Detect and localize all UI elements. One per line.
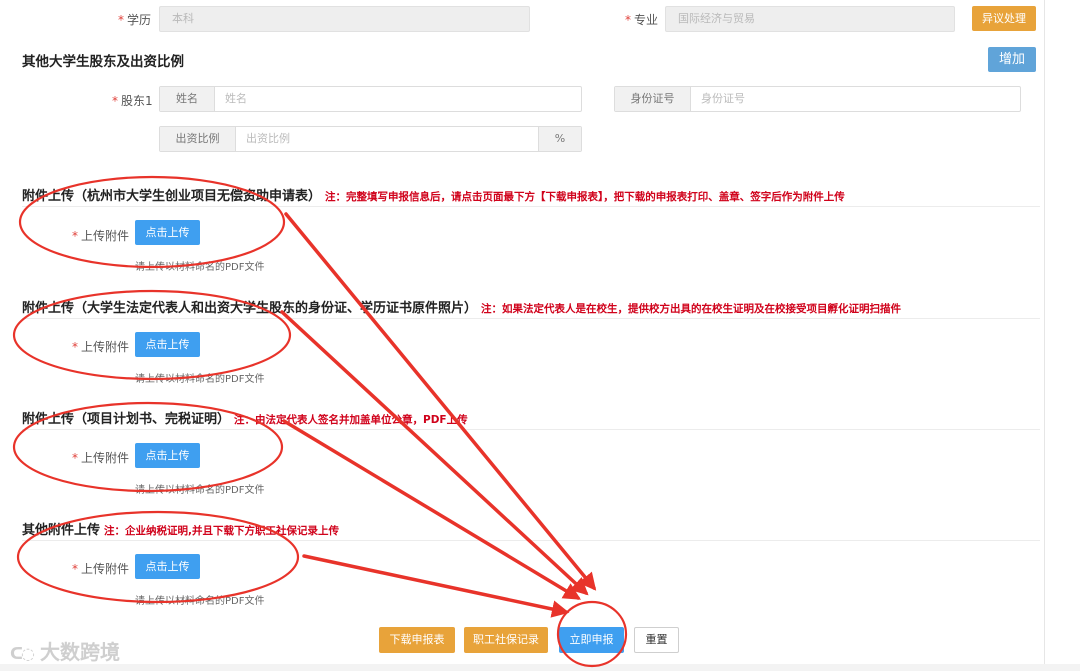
upload-field-label-text: 上传附件	[81, 229, 130, 243]
upload-hint: 请上传以材料命名的PDF文件	[135, 374, 265, 385]
shareholder-ratio-input[interactable]: 出资比例	[236, 127, 538, 151]
attachment-section-title: 其他附件上传 注：企业纳税证明,并且下载下方职工社保记录上传	[22, 519, 339, 538]
section-divider	[22, 429, 1040, 430]
section-divider	[22, 540, 1040, 541]
upload-button-id-documents[interactable]: 点击上传	[135, 332, 200, 357]
section-divider	[22, 318, 1040, 319]
shareholder-label: * 股东1	[112, 94, 153, 108]
major-label: * 专业	[625, 13, 659, 27]
annotation-arrow	[282, 419, 581, 600]
annotation-arrow	[302, 554, 570, 618]
download-form-button[interactable]: 下载申报表	[379, 627, 455, 653]
content-right-border	[1044, 0, 1045, 671]
attachment-title-text: 其他附件上传	[22, 523, 101, 538]
reset-button[interactable]: 重置	[634, 627, 679, 653]
upload-button-application-form[interactable]: 点击上传	[135, 220, 200, 245]
watermark-text: 大数跨境	[39, 640, 120, 664]
major-field[interactable]: 国际经济与贸易	[665, 6, 955, 32]
social-security-record-button[interactable]: 职工社保记录	[464, 627, 548, 653]
ratio-addon: 出资比例	[160, 127, 236, 151]
upload-field-label: * 上传附件	[72, 451, 130, 465]
education-label-text: 学历	[127, 13, 152, 27]
shareholder-id-group: 身份证号 身份证号	[614, 86, 1021, 112]
upload-field-label: * 上传附件	[72, 340, 130, 354]
major-label-text: 专业	[634, 13, 659, 27]
shareholder-ratio-group: 出资比例 出资比例 %	[159, 126, 582, 152]
attachment-note: 注：由法定代表人签名并加盖单位公章，PDF上传	[234, 414, 468, 426]
objection-button[interactable]: 异议处理	[972, 6, 1036, 31]
attachment-title-text: 附件上传（大学生法定代表人和出资大学生股东的身份证、学历证书原件照片）	[22, 301, 478, 316]
upload-field-label: * 上传附件	[72, 229, 130, 243]
upload-field-label-text: 上传附件	[81, 340, 130, 354]
attachment-title-text: 附件上传（杭州市大学生创业项目无偿资助申请表）	[22, 189, 322, 204]
attachment-section-title: 附件上传（杭州市大学生创业项目无偿资助申请表） 注：完整填写申报信息后，请点击页面…	[22, 185, 845, 204]
shareholder-label-text: 股东1	[121, 94, 153, 108]
bottom-strip	[0, 664, 1080, 671]
upload-hint: 请上传以材料命名的PDF文件	[135, 596, 265, 607]
attachment-note: 注：企业纳税证明,并且下载下方职工社保记录上传	[104, 525, 340, 537]
upload-field-label: * 上传附件	[72, 562, 130, 576]
education-field[interactable]: 本科	[159, 6, 530, 32]
shareholder-name-input[interactable]: 姓名	[215, 87, 581, 111]
upload-hint: 请上传以材料命名的PDF文件	[135, 262, 265, 273]
shareholders-section-title: 其他大学生股东及出资比例	[22, 54, 184, 70]
upload-button-business-plan[interactable]: 点击上传	[135, 443, 200, 468]
attachment-section-title: 附件上传（大学生法定代表人和出资大学生股东的身份证、学历证书原件照片） 注：如果法…	[22, 297, 901, 316]
ratio-unit-addon: %	[538, 127, 581, 151]
shareholder-id-input[interactable]: 身份证号	[691, 87, 1020, 111]
upload-button-other[interactable]: 点击上传	[135, 554, 200, 579]
upload-field-label-text: 上传附件	[81, 562, 130, 576]
name-addon: 姓名	[160, 87, 215, 111]
watermark: ᑕ◌ 大数跨境	[10, 636, 120, 665]
section-divider	[22, 206, 1040, 207]
id-addon: 身份证号	[615, 87, 691, 111]
attachment-section-title: 附件上传（项目计划书、完税证明） 注：由法定代表人签名并加盖单位公章，PDF上传	[22, 408, 468, 427]
attachment-title-text: 附件上传（项目计划书、完税证明）	[22, 412, 231, 427]
attachment-note: 注：完整填写申报信息后，请点击页面最下方【下载申报表】，把下载的申报表打印、盖章…	[325, 191, 845, 203]
education-label: * 学历	[118, 13, 152, 27]
attachment-note: 注：如果法定代表人是在校生，提供校方出具的在校生证明及在校接受项目孵化证明扫描件	[481, 303, 902, 315]
watermark-logo-icon: ᑕ◌	[10, 644, 35, 663]
upload-hint: 请上传以材料命名的PDF文件	[135, 485, 265, 496]
submit-button[interactable]: 立即申报	[559, 627, 624, 653]
shareholder-name-group: 姓名 姓名	[159, 86, 582, 112]
upload-field-label-text: 上传附件	[81, 451, 130, 465]
add-shareholder-button[interactable]: 增加	[988, 47, 1036, 72]
annotation-arrow	[280, 310, 589, 596]
